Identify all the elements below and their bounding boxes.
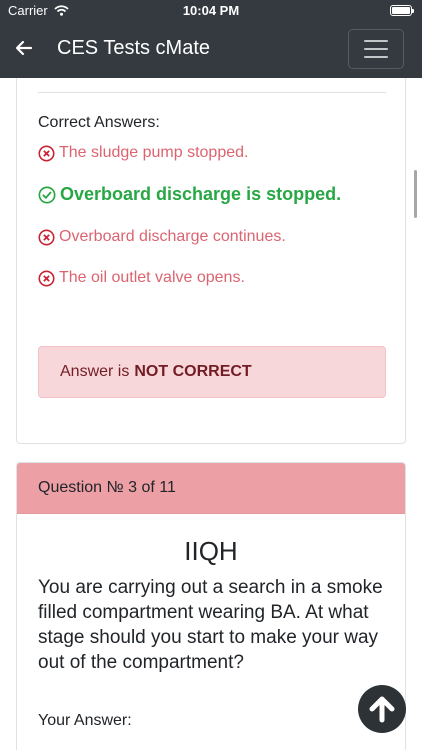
your-answer-label: Your Answer: [38, 712, 132, 729]
question-number: Question № 3 of 11 [38, 479, 176, 496]
answer-option: The sludge pump stopped. [38, 144, 248, 162]
answer-text: Overboard discharge is stopped. [60, 184, 342, 204]
check-circle-icon [38, 186, 56, 203]
answer-option: Overboard discharge continues. [38, 228, 286, 246]
answer-option: The oil outlet valve opens. [38, 269, 245, 287]
previous-question-card: Correct Answers: The sludge pump stopped… [16, 78, 406, 444]
answer-text: Overboard discharge continues. [59, 228, 286, 245]
content: Correct Answers: The sludge pump stopped… [0, 78, 422, 750]
question-header: Question № 3 of 11 [17, 463, 405, 514]
answer-text: The sludge pump stopped. [59, 144, 249, 161]
status-bar: Carrier 10:04 PM [0, 0, 422, 22]
status-time: 10:04 PM [182, 3, 240, 18]
back-arrow-icon[interactable] [14, 38, 34, 58]
result-prefix: Answer is [60, 363, 130, 380]
question-code: IIQH [184, 536, 238, 566]
scrollbar[interactable] [414, 170, 417, 218]
answer-text: The oil outlet valve opens. [59, 269, 245, 286]
menu-button[interactable] [348, 29, 404, 69]
nav-title: CES Tests cMate [57, 37, 211, 59]
x-circle-icon [38, 144, 55, 162]
question-card: Question № 3 of 11 IIQH You are carrying… [16, 462, 406, 750]
arrow-up-icon [369, 696, 395, 723]
result-status: NOT CORRECT [134, 363, 252, 380]
x-circle-icon [38, 228, 55, 246]
question-text: You are carrying out a search in a smoke… [38, 577, 383, 673]
navbar: CES Tests cMate [0, 22, 422, 78]
correct-answers-label: Correct Answers: [38, 114, 160, 131]
battery-icon [390, 5, 414, 16]
menu-icon-bar [364, 48, 388, 50]
menu-icon-bar [364, 56, 388, 58]
answer-option-correct: Overboard discharge is stopped. [38, 184, 341, 205]
result-alert: Answer is NOT CORRECT [38, 346, 386, 398]
x-circle-icon [38, 269, 55, 287]
scroll-to-top-button[interactable] [358, 685, 406, 733]
divider [38, 92, 386, 93]
menu-icon-bar [364, 40, 388, 42]
